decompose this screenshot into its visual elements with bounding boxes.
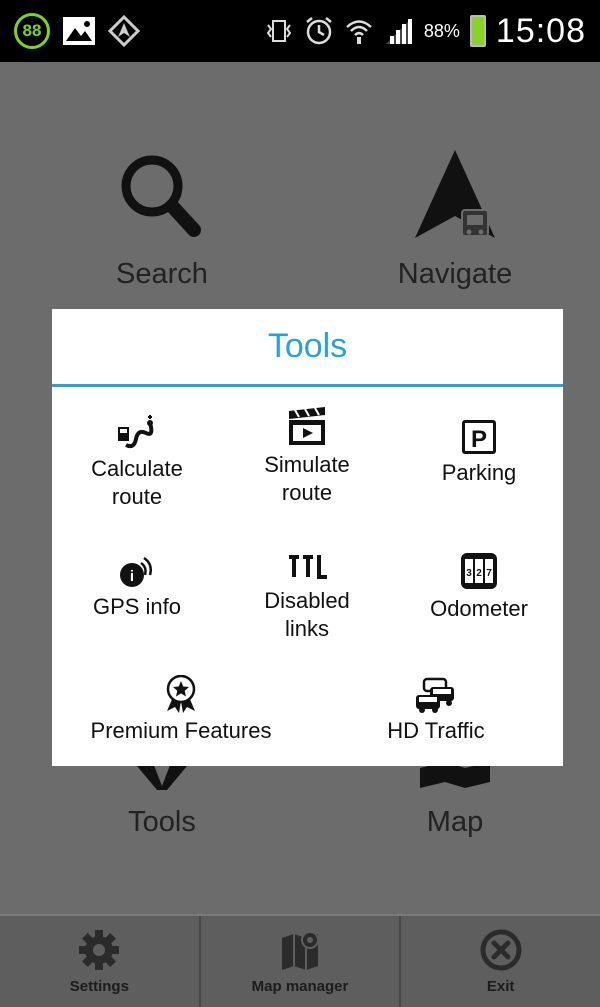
tools-label: Tools	[128, 806, 196, 838]
parking-label: Parking	[441, 460, 517, 485]
search-icon	[121, 155, 201, 237]
map-label: Map	[426, 806, 484, 838]
map-manager-icon	[282, 931, 319, 970]
svg-text:P: P	[471, 426, 487, 453]
battery-percent: 88%	[423, 20, 460, 41]
hd-traffic-icon	[416, 677, 454, 713]
bottom-bar: Settings Map manager Exit	[0, 914, 600, 1007]
settings-label: Settings	[69, 978, 129, 995]
tools-menu-item[interactable]: Tools	[82, 760, 242, 839]
odometer-icon: 3 2 7	[461, 553, 497, 589]
navigate-label: Navigate	[397, 258, 513, 290]
disabled-links-icon	[289, 555, 327, 579]
clock: 15:08	[495, 11, 586, 50]
svg-text:7: 7	[486, 568, 492, 579]
vibrate-icon	[266, 20, 292, 42]
exit-button[interactable]: Exit	[401, 916, 600, 1007]
gps-info-icon: i	[120, 556, 152, 587]
map-manager-button[interactable]: Map manager	[201, 916, 402, 1007]
alarm-icon	[306, 17, 332, 45]
svg-text:i: i	[130, 568, 134, 585]
navigation-app-icon	[108, 15, 140, 47]
status-bar: 88 88% 15:08	[0, 0, 600, 62]
exit-icon	[480, 929, 522, 971]
search-menu-item[interactable]: Search	[82, 148, 242, 291]
calculate-route-item[interactable]: Calculate route	[72, 415, 202, 511]
exit-label: Exit	[486, 978, 515, 995]
svg-text:2: 2	[476, 568, 482, 579]
odometer-item[interactable]: 3 2 7 Odometer	[414, 551, 544, 623]
parking-item[interactable]: P Parking	[414, 419, 544, 487]
calculate-route-icon	[118, 415, 154, 449]
gallery-icon	[63, 17, 95, 45]
premium-features-label: Premium Features	[90, 718, 272, 743]
gear-icon	[79, 930, 120, 970]
premium-features-icon	[166, 675, 196, 713]
simulate-route-item[interactable]: Simulate route	[242, 407, 372, 507]
premium-features-item[interactable]: Premium Features	[76, 675, 286, 745]
search-label: Search	[116, 258, 208, 290]
gps-info-item[interactable]: i GPS info	[72, 555, 202, 621]
battery-icon	[469, 15, 486, 47]
notification-badge: 88	[14, 13, 50, 49]
dialog-title: Tools	[52, 309, 563, 387]
wifi-icon	[346, 20, 372, 44]
parking-icon: P	[462, 420, 496, 454]
map-menu-item[interactable]: Map	[370, 760, 540, 839]
disabled-links-label: Disabled links	[264, 588, 350, 641]
odometer-label: Odometer	[430, 596, 528, 621]
settings-button[interactable]: Settings	[0, 916, 201, 1007]
navigate-arrow-icon	[415, 150, 495, 238]
disabled-links-item[interactable]: Disabled links	[242, 551, 372, 643]
gps-info-label: GPS info	[92, 594, 182, 619]
simulate-route-icon	[289, 407, 325, 445]
tools-dialog: Tools Calculate route Simulate route P P…	[52, 309, 563, 766]
calculate-route-label: Calculate route	[91, 456, 183, 509]
navigate-menu-item[interactable]: Navigate	[370, 148, 540, 291]
svg-text:3: 3	[466, 568, 472, 579]
signal-icon	[385, 18, 412, 44]
hd-traffic-label: HD Traffic	[387, 718, 485, 743]
simulate-route-label: Simulate route	[264, 452, 350, 505]
map-manager-label: Map manager	[251, 978, 349, 995]
hd-traffic-item[interactable]: HD Traffic	[356, 675, 516, 745]
